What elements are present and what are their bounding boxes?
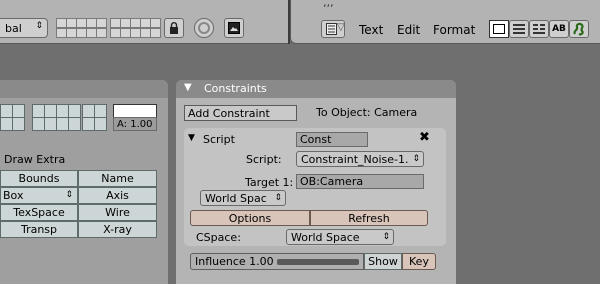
influence-label: Influence 1.00 — [195, 255, 274, 268]
drawtype-grid — [0, 104, 30, 132]
bounds-type-value: Box — [3, 189, 24, 202]
target-object-field[interactable]: OB:Camera — [296, 174, 424, 189]
updown-arrow-icon: ⇕ — [35, 21, 43, 31]
python-plugin-toggle[interactable] — [569, 20, 589, 38]
render-preview-button[interactable] — [224, 18, 244, 38]
header-dots: ‚‚‚ — [323, 0, 334, 9]
word-wrap-toggle[interactable] — [529, 20, 549, 38]
axis-button[interactable]: Axis — [78, 187, 157, 204]
target-space-value: World Spac — [205, 191, 267, 205]
script-label: Script: — [246, 153, 282, 166]
target-label: Target 1: — [245, 176, 294, 189]
draw-toggle[interactable] — [12, 104, 25, 118]
texspace-button[interactable]: TexSpace — [0, 204, 78, 221]
dropdown-value: bal — [5, 21, 22, 35]
layer-button[interactable] — [96, 28, 107, 38]
lock-layer-button[interactable] — [164, 18, 184, 38]
script-dropdown[interactable]: Constraint_Noise-1. ⇕ — [296, 151, 424, 167]
layer-toggle[interactable] — [94, 104, 107, 118]
constraints-title: Constraints — [204, 82, 267, 95]
line-numbers-toggle[interactable] — [509, 20, 529, 38]
key-button[interactable]: Key — [402, 253, 436, 270]
draw-panel-header — [0, 80, 168, 98]
layer-toggles-grid — [32, 104, 110, 132]
show-button[interactable]: Show — [364, 253, 402, 270]
lock-icon — [170, 22, 178, 34]
layer-grid-left — [56, 18, 108, 38]
menu-format[interactable]: Format — [433, 23, 475, 37]
layer-button[interactable] — [96, 18, 107, 28]
buttons-window-header: bal ⇕ — [0, 0, 288, 44]
influence-slider-track[interactable] — [277, 259, 359, 265]
constraint-collapse-triangle-icon[interactable]: ▼ — [188, 133, 195, 143]
layer-grid-right — [110, 18, 162, 38]
window-icon — [493, 24, 505, 34]
bounds-button[interactable]: Bounds — [0, 170, 78, 187]
cspace-label: CSpace: — [196, 231, 241, 244]
constraint-name-field[interactable]: Const — [296, 132, 368, 147]
xray-button[interactable]: X-ray — [78, 221, 157, 238]
refresh-button[interactable]: Refresh — [310, 210, 428, 226]
wire-button[interactable]: Wire — [78, 204, 157, 221]
target-space-dropdown[interactable]: World Spac ⇕ — [200, 190, 286, 206]
updown-arrow-icon: ⇕ — [274, 193, 282, 203]
cspace-value: World Space — [291, 230, 360, 244]
image-icon — [228, 22, 240, 34]
layer-toggle[interactable] — [68, 104, 81, 118]
draw-extra-label: Draw Extra — [4, 153, 66, 166]
layer-toggle[interactable] — [94, 117, 107, 131]
panel-collapse-triangle-icon[interactable]: ▼ — [184, 82, 192, 93]
menu-text[interactable]: Text — [359, 23, 383, 37]
layer-button[interactable] — [150, 18, 161, 28]
cspace-dropdown[interactable]: World Space ⇕ — [286, 229, 394, 245]
constraint-type-label: Script — [203, 133, 235, 146]
bounds-type-dropdown[interactable]: Box ⇕ — [0, 187, 78, 204]
add-constraint-button[interactable]: Add Constraint — [184, 105, 297, 121]
text-editor-header: ‚‚‚ ▽ Text Edit Format AB — [290, 0, 600, 44]
updown-arrow-icon: ⇕ — [412, 154, 420, 164]
updown-arrow-icon: ⇕ — [382, 232, 390, 242]
fullscreen-toggle[interactable] — [489, 20, 509, 38]
name-button[interactable]: Name — [78, 170, 157, 187]
link-icon — [198, 22, 210, 34]
draw-toggle[interactable] — [12, 117, 25, 131]
layer-toggle[interactable] — [68, 117, 81, 131]
lines-icon — [513, 24, 525, 34]
options-button[interactable]: Options — [190, 210, 310, 226]
constraints-panel-header[interactable]: ▼ Constraints — [176, 80, 456, 98]
transp-button[interactable]: Transp — [0, 221, 78, 238]
color-swatch[interactable] — [113, 104, 157, 118]
script-dropdown-value: Constraint_Noise-1. — [301, 152, 409, 166]
transform-orientation-dropdown[interactable]: bal ⇕ — [0, 18, 48, 38]
influence-slider[interactable]: Influence 1.00 — [190, 253, 364, 270]
menu-edit[interactable]: Edit — [397, 23, 420, 37]
collapse-triangle-icon[interactable]: ▽ — [337, 22, 345, 33]
to-object-label: To Object: Camera — [316, 106, 418, 119]
close-icon[interactable]: ✖ — [419, 130, 430, 145]
columns-icon — [533, 24, 545, 34]
layer-button[interactable] — [150, 28, 161, 38]
syntax-highlight-toggle[interactable]: AB — [549, 20, 569, 38]
snake-icon — [573, 22, 584, 36]
alpha-field[interactable]: A: 1.00 — [113, 117, 157, 131]
updown-arrow-icon: ⇕ — [65, 190, 73, 200]
link-button[interactable] — [194, 18, 214, 38]
